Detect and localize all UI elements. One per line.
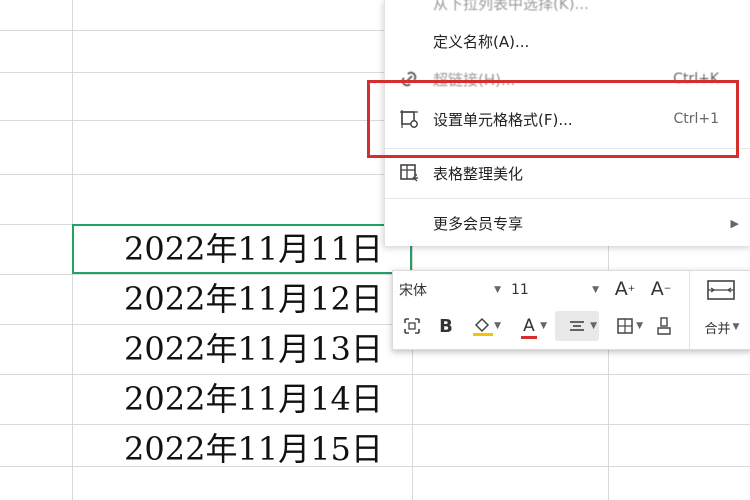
format-painter-icon[interactable]	[399, 313, 425, 339]
menu-item-label: 定义名称(A)...	[433, 32, 530, 51]
font-name-dropdown[interactable]: 宋体 ▼	[399, 277, 503, 303]
cell-date-selected[interactable]: 2022年11月11日	[72, 224, 412, 274]
submenu-arrow-icon: ▶	[730, 216, 739, 230]
chevron-down-icon: ▼	[494, 321, 501, 331]
decrease-font-button[interactable]: A −	[647, 275, 675, 303]
chevron-down-icon: ▼	[636, 321, 643, 331]
chevron-down-icon: ▼	[590, 321, 597, 331]
cell-date[interactable]: 2022年11月13日	[72, 324, 412, 374]
menu-item-define-name[interactable]: 定义名称(A)...	[385, 22, 750, 60]
menu-item-more-member[interactable]: 更多会员专享 ▶	[385, 204, 750, 242]
cell-date[interactable]: 2022年11月12日	[72, 274, 412, 324]
increase-font-button[interactable]: A +	[611, 275, 639, 303]
fill-color-button[interactable]: ▼	[465, 313, 501, 339]
menu-item-label: 更多会员专享	[433, 214, 524, 233]
chevron-down-icon: ▼	[592, 285, 599, 295]
merge-icon[interactable]	[703, 275, 739, 305]
chevron-down-icon: ▼	[732, 322, 740, 332]
cell-date[interactable]: 2022年11月15日	[72, 424, 412, 474]
cell-date[interactable]: 2022年11月14日	[72, 374, 412, 424]
align-center-button[interactable]: ▼	[555, 311, 599, 341]
menu-item-label: 表格整理美化	[433, 164, 524, 183]
mini-toolbar: 宋体 ▼ 11 ▼ A + A − B ▼ A ▼ ▼ ▼ 合并 ▼	[392, 270, 750, 350]
menu-item-table-beautify[interactable]: 表格整理美化	[385, 154, 750, 192]
chevron-down-icon: ▼	[494, 285, 501, 295]
font-size-value: 11	[511, 282, 529, 298]
font-name-value: 宋体	[399, 283, 427, 299]
font-size-dropdown[interactable]: 11 ▼	[511, 277, 601, 303]
highlight-box	[367, 80, 739, 158]
chevron-down-icon: ▼	[540, 321, 547, 331]
borders-button[interactable]: ▼	[607, 313, 643, 339]
font-color-button[interactable]: A ▼	[511, 313, 547, 339]
menu-item-label: 从下拉列表中选择(K)...	[433, 0, 589, 13]
bold-button[interactable]: B	[433, 313, 459, 339]
menu-item-pick-from-list[interactable]: 从下拉列表中选择(K)...	[385, 0, 750, 22]
merge-button[interactable]: 合并 ▼	[697, 315, 747, 339]
clear-format-icon[interactable]	[651, 313, 677, 339]
table-beautify-icon	[397, 161, 421, 185]
